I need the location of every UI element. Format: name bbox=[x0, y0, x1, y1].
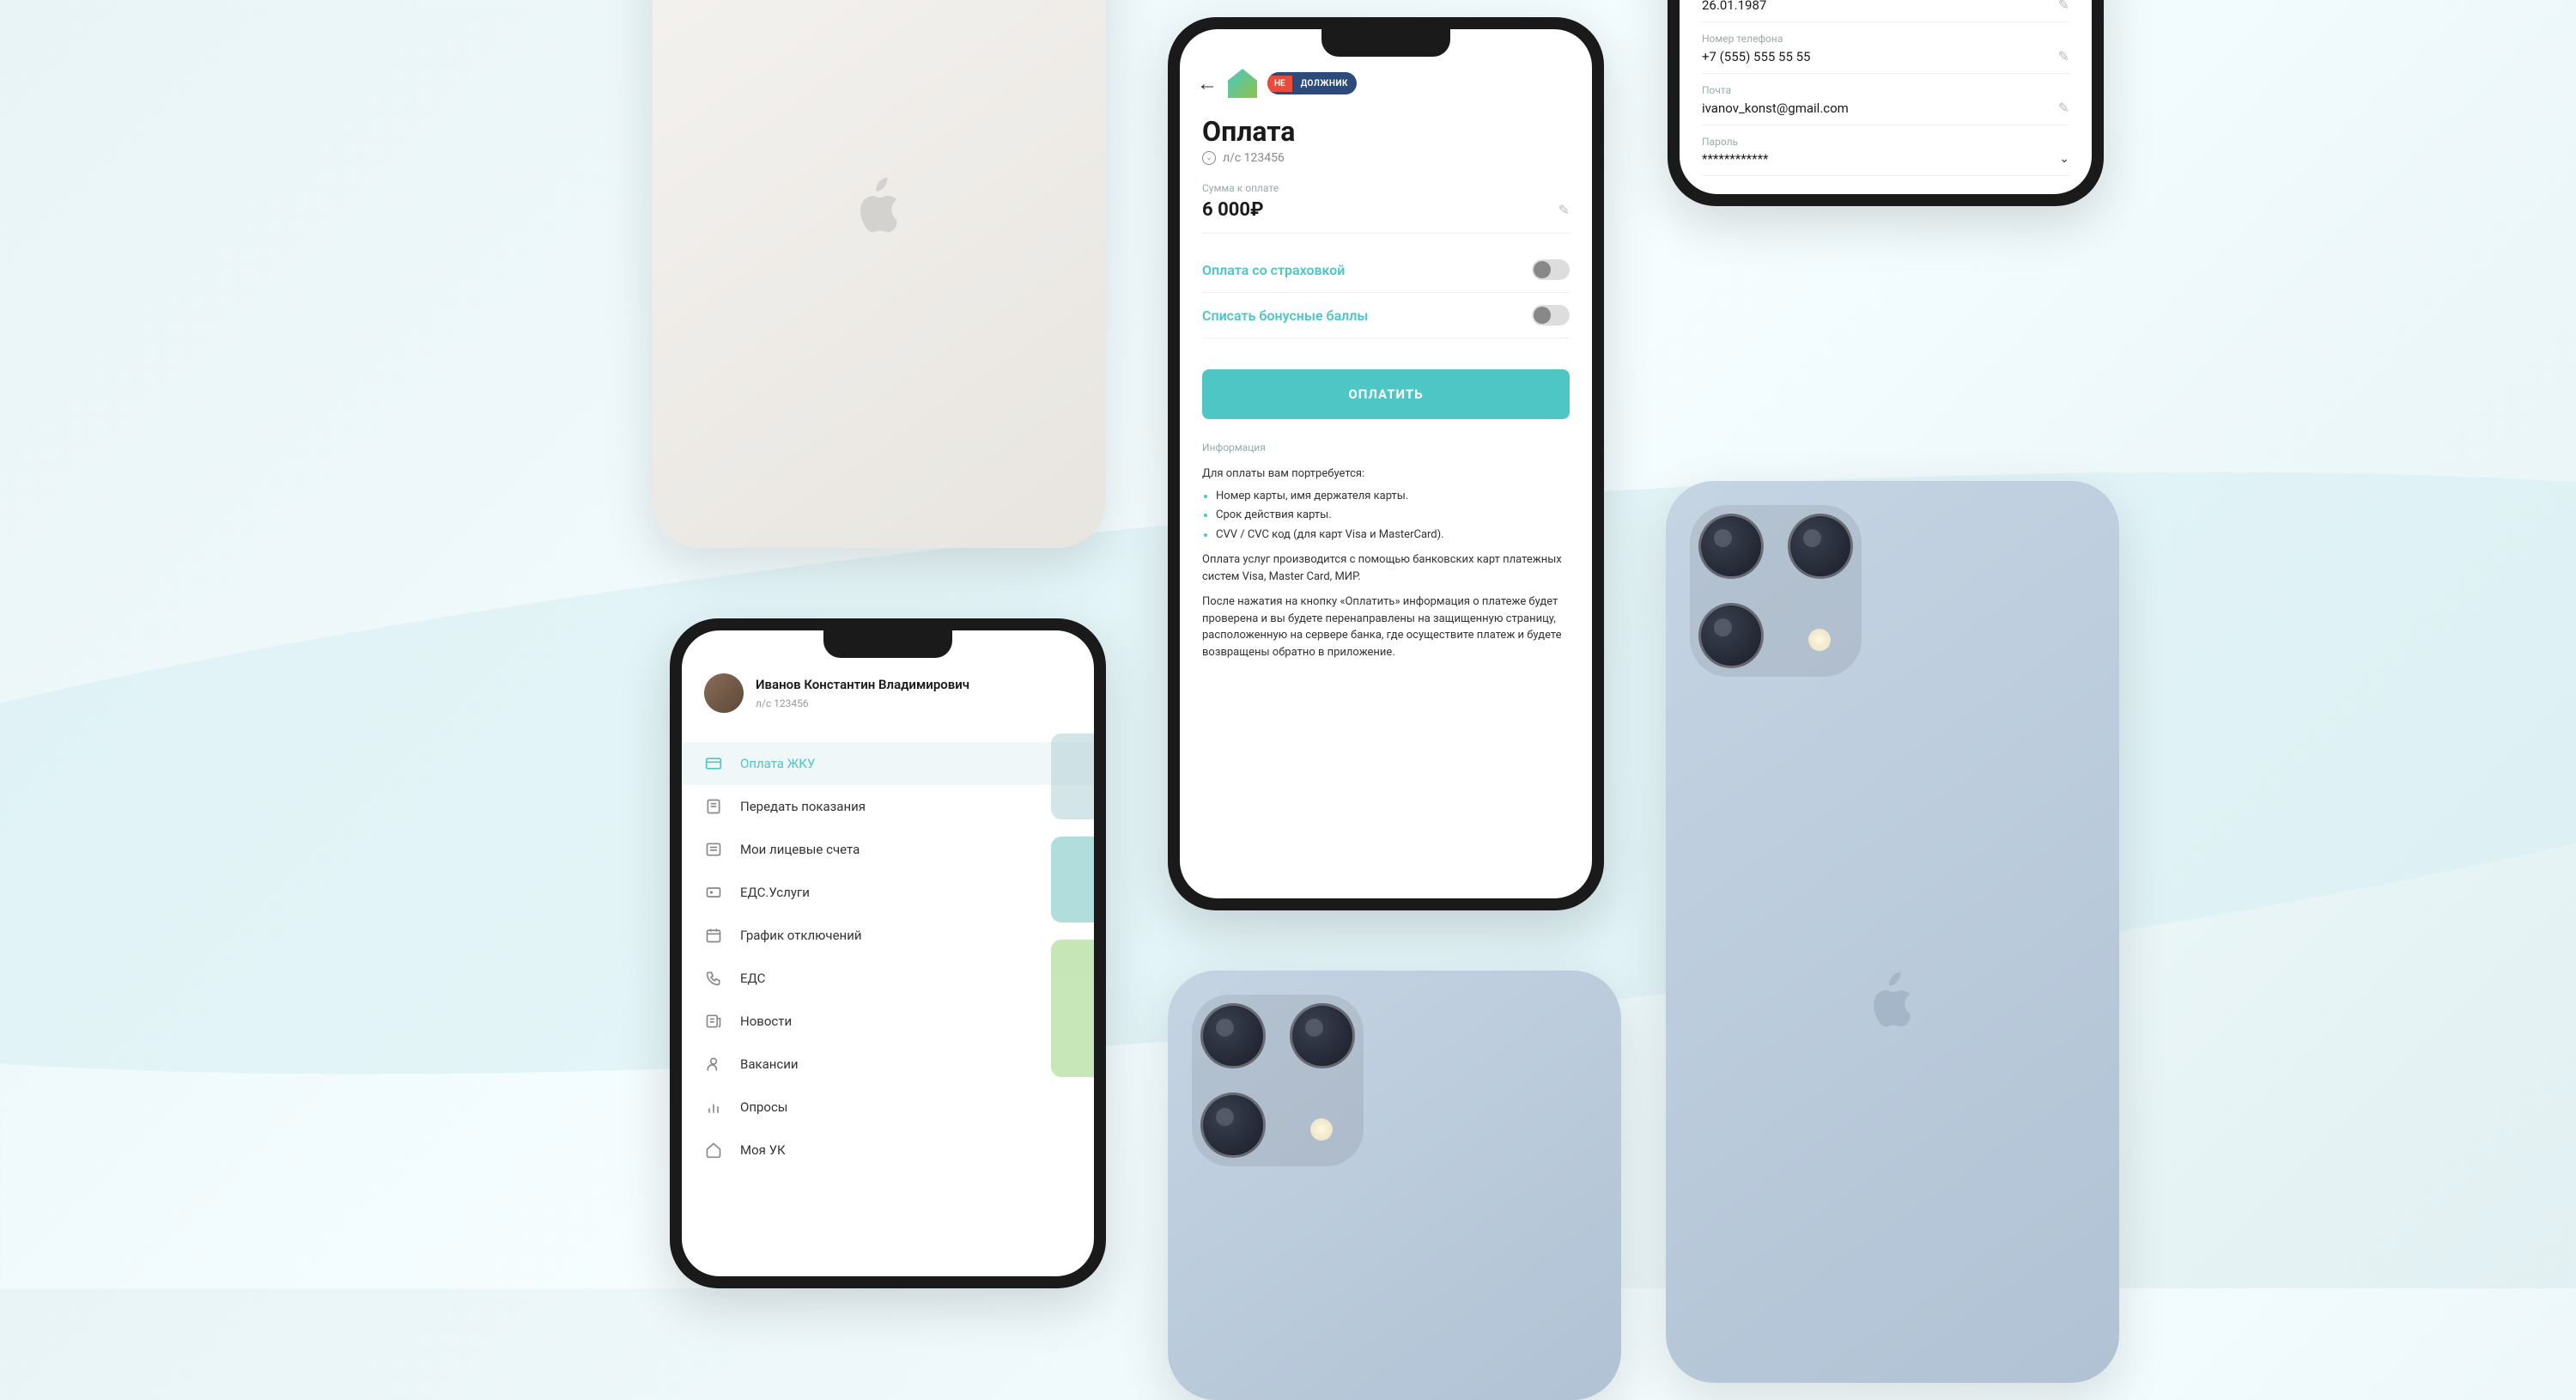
pay-button[interactable]: ОПЛАТИТЬ bbox=[1202, 369, 1570, 419]
menu-item-label: Оплата ЖКУ bbox=[740, 756, 815, 771]
user-avatar[interactable] bbox=[704, 673, 744, 713]
camera-lens-icon bbox=[1290, 1003, 1355, 1068]
bonus-toggle-label: Списать бонусные баллы bbox=[1202, 307, 1368, 324]
app-logo bbox=[1228, 69, 1257, 98]
camera-lens-icon bbox=[1698, 603, 1764, 668]
insurance-toggle[interactable] bbox=[1532, 259, 1570, 280]
menu-item-company[interactable]: Моя УК bbox=[682, 1129, 1094, 1172]
phone-payment: ← НЕ ДОЛЖНИК Оплата ⌄ л/с 123456 Сумма к… bbox=[1168, 17, 1604, 910]
info-intro: Для оплаты вам портребуется: bbox=[1202, 466, 1570, 483]
menu-item-label: Вакансии bbox=[740, 1056, 799, 1072]
menu-item-services[interactable]: ЕДС.Услуги bbox=[682, 871, 1094, 914]
field-label-phone: Номер телефона bbox=[1702, 33, 2069, 45]
navigation-menu: Оплата ЖКУ Передать показания Мои лицевы… bbox=[682, 730, 1094, 1184]
menu-item-eds[interactable]: ЕДС bbox=[682, 957, 1094, 1000]
info-paragraph: После нажатия на кнопку «Оплатить» инфор… bbox=[1202, 593, 1570, 660]
bonus-toggle[interactable] bbox=[1532, 305, 1570, 326]
iphone-back-silver bbox=[653, 0, 1106, 548]
menu-item-label: ЕДС.Услуги bbox=[740, 885, 810, 900]
account-selector[interactable]: ⌄ л/с 123456 bbox=[1180, 151, 1592, 182]
field-value-phone: +7 (555) 555 55 55 bbox=[1702, 49, 1810, 64]
accounts-icon bbox=[704, 840, 723, 859]
phone-profile: День рождения 26.01.1987 ✎ Номер телефон… bbox=[1668, 0, 2104, 206]
info-list-item: Номер карты, имя держателя карты. bbox=[1216, 488, 1570, 505]
edit-pencil-icon[interactable]: ✎ bbox=[2058, 0, 2069, 13]
field-value-email: ivanov_konst@gmail.com bbox=[1702, 100, 1849, 116]
menu-item-label: Моя УК bbox=[740, 1142, 786, 1158]
edit-pencil-icon[interactable]: ✎ bbox=[1558, 202, 1570, 218]
iphone-pro-back-blue-right bbox=[1666, 481, 2119, 1383]
menu-item-readings[interactable]: Передать показания bbox=[682, 785, 1094, 828]
camera-lens-icon bbox=[1200, 1093, 1266, 1158]
menu-item-label: Опросы bbox=[740, 1099, 787, 1115]
badge-text: ДОЛЖНИК bbox=[1292, 76, 1357, 92]
info-requirements-list: Номер карты, имя держателя карты. Срок д… bbox=[1202, 488, 1570, 544]
phone-icon bbox=[704, 969, 723, 988]
menu-item-jobs[interactable]: Вакансии bbox=[682, 1043, 1094, 1086]
phone-menu: Иванов Константин Владимирович л/с 12345… bbox=[670, 618, 1106, 1288]
menu-item-label: Передать показания bbox=[740, 799, 866, 814]
menu-item-news[interactable]: Новости bbox=[682, 1000, 1094, 1043]
field-label-password: Пароль bbox=[1702, 136, 2069, 148]
amount-value: 6 000₽ bbox=[1202, 199, 1263, 221]
chevron-down-icon[interactable]: ⌄ bbox=[2059, 152, 2069, 166]
menu-item-label: График отключений bbox=[740, 928, 862, 943]
home-icon bbox=[704, 1141, 723, 1160]
camera-lens-icon bbox=[1698, 514, 1764, 579]
field-value-password: ************ bbox=[1702, 151, 1769, 167]
menu-item-label: Новости bbox=[740, 1013, 792, 1029]
meter-icon bbox=[704, 797, 723, 816]
field-value-birthday: 26.01.1987 bbox=[1702, 0, 1766, 13]
menu-item-accounts[interactable]: Мои лицевые счета bbox=[682, 828, 1094, 871]
card-icon bbox=[704, 754, 723, 773]
info-list-item: Срок действия карты. bbox=[1216, 507, 1570, 524]
background-cards bbox=[1051, 733, 1094, 1276]
camera-module bbox=[1690, 505, 1862, 677]
debtor-status-badge: НЕ ДОЛЖНИК bbox=[1267, 72, 1357, 94]
info-section-title: Информация bbox=[1180, 436, 1592, 459]
house-logo-icon bbox=[1228, 69, 1257, 98]
news-icon bbox=[704, 1012, 723, 1031]
apple-logo-icon bbox=[1862, 968, 1923, 1040]
page-title: Оплата bbox=[1180, 107, 1592, 151]
badge-prefix: НЕ bbox=[1267, 76, 1292, 92]
phone-notch bbox=[1321, 29, 1450, 57]
polls-icon bbox=[704, 1098, 723, 1117]
back-arrow-icon[interactable]: ← bbox=[1197, 71, 1218, 96]
services-icon bbox=[704, 883, 723, 902]
camera-module bbox=[1192, 995, 1364, 1166]
user-full-name: Иванов Константин Владимирович bbox=[756, 677, 969, 694]
iphone-pro-back-blue-bottom bbox=[1168, 971, 1621, 1400]
menu-item-payment[interactable]: Оплата ЖКУ bbox=[682, 742, 1094, 785]
jobs-icon bbox=[704, 1055, 723, 1074]
edit-pencil-icon[interactable]: ✎ bbox=[2058, 100, 2069, 116]
info-paragraph: Оплата услуг производится с помощью банк… bbox=[1202, 551, 1570, 585]
camera-flash-icon bbox=[1808, 629, 1831, 651]
menu-item-schedule[interactable]: График отключений bbox=[682, 914, 1094, 957]
menu-item-label: Мои лицевые счета bbox=[740, 842, 860, 857]
field-label-email: Почта bbox=[1702, 84, 2069, 96]
amount-label: Сумма к оплате bbox=[1202, 182, 1570, 194]
account-label: л/с 123456 bbox=[1223, 151, 1285, 165]
phone-notch bbox=[823, 630, 952, 658]
menu-item-label: ЕДС bbox=[740, 971, 765, 986]
insurance-toggle-label: Оплата со страховкой bbox=[1202, 262, 1345, 278]
camera-flash-icon bbox=[1310, 1118, 1333, 1141]
user-account-label: л/с 123456 bbox=[756, 697, 969, 709]
info-content: Для оплаты вам портребуется: Номер карты… bbox=[1180, 459, 1592, 667]
camera-lens-icon bbox=[1788, 514, 1853, 579]
edit-pencil-icon[interactable]: ✎ bbox=[2058, 48, 2069, 64]
calendar-icon bbox=[704, 926, 723, 945]
apple-logo-icon bbox=[849, 173, 909, 246]
camera-lens-icon bbox=[1200, 1003, 1266, 1068]
info-list-item: CVV / CVC код (для карт Visa и MasterCar… bbox=[1216, 527, 1570, 544]
chevron-down-circle-icon: ⌄ bbox=[1202, 151, 1216, 165]
menu-item-polls[interactable]: Опросы bbox=[682, 1086, 1094, 1129]
